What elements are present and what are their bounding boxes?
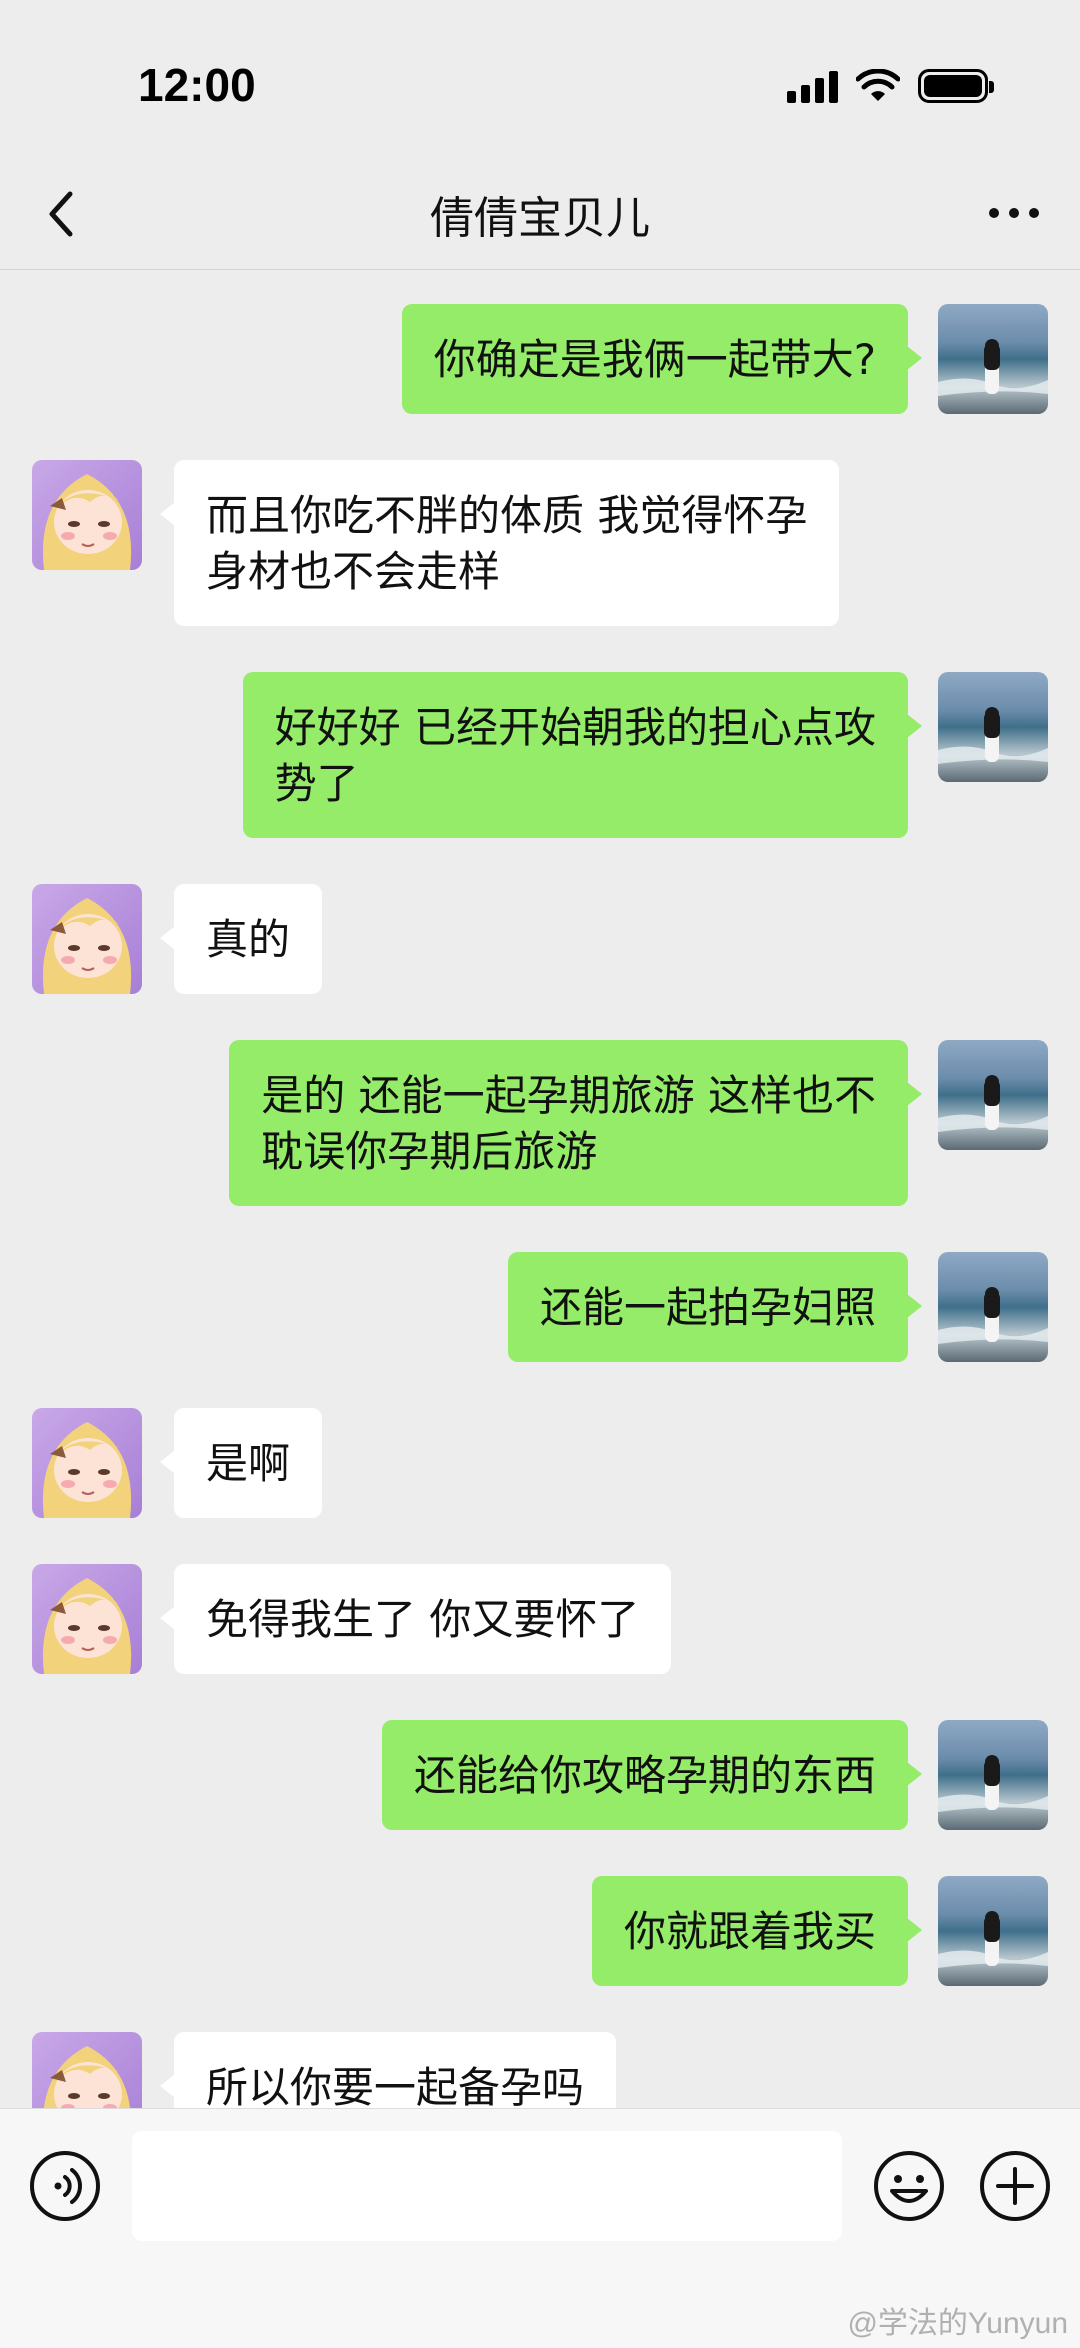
plus-icon[interactable] <box>978 2149 1052 2223</box>
message-bubble-incoming[interactable]: 真的 <box>159 884 323 994</box>
message-bubble-incoming[interactable]: 是啊 <box>159 1408 323 1518</box>
voice-icon[interactable] <box>28 2149 102 2223</box>
message-bubble-outgoing[interactable]: 还能一起拍孕妇照 <box>507 1252 923 1362</box>
user-avatar[interactable] <box>938 1252 1048 1362</box>
user-avatar[interactable] <box>938 304 1048 414</box>
status-time: 12:00 <box>138 59 256 111</box>
chat-area[interactable]: 你确定是我俩一起带大? 而且你吃不胖的体质 我觉得怀孕 身材也不会走样 好好好 … <box>0 270 1080 2108</box>
user-avatar[interactable] <box>938 1040 1048 1150</box>
wifi-icon <box>856 69 900 101</box>
input-bar: @学法的Yunyun <box>0 2108 1080 2348</box>
message-input[interactable] <box>132 2131 842 2241</box>
cellular-signal-icon <box>787 69 838 103</box>
emoji-icon[interactable] <box>872 2149 946 2223</box>
message-bubble-outgoing[interactable]: 你确定是我俩一起带大? <box>401 304 923 414</box>
contact-avatar[interactable] <box>32 1408 142 1518</box>
contact-avatar[interactable] <box>32 1564 142 1674</box>
message-bubble-outgoing[interactable]: 好好好 已经开始朝我的担心点攻 势了 <box>242 672 923 838</box>
status-bar: 12:00 <box>0 0 1080 160</box>
contact-avatar[interactable] <box>32 460 142 570</box>
user-avatar[interactable] <box>938 1876 1048 1986</box>
message-bubble-outgoing[interactable]: 你就跟着我买 <box>591 1876 923 1986</box>
message-bubble-incoming[interactable]: 而且你吃不胖的体质 我觉得怀孕 身材也不会走样 <box>159 460 840 626</box>
contact-avatar[interactable] <box>32 884 142 994</box>
message-bubble-incoming[interactable]: 所以你要一起备孕吗 <box>159 2032 617 2108</box>
nav-bar: 倩倩宝贝儿 <box>0 160 1080 270</box>
contact-avatar[interactable] <box>32 2032 142 2108</box>
chat-title: 倩倩宝贝儿 <box>430 193 650 244</box>
watermark: @学法的Yunyun <box>847 2307 1068 2340</box>
user-avatar[interactable] <box>938 1720 1048 1830</box>
more-dots-icon[interactable] <box>986 198 1042 228</box>
user-avatar[interactable] <box>938 672 1048 782</box>
status-icons <box>787 66 994 106</box>
message-bubble-outgoing[interactable]: 还能给你攻略孕期的东西 <box>381 1720 923 1830</box>
message-bubble-outgoing[interactable]: 是的 还能一起孕期旅游 这样也不 耽误你孕期后旅游 <box>229 1040 922 1206</box>
battery-icon <box>918 69 994 103</box>
message-bubble-incoming[interactable]: 免得我生了 你又要怀了 <box>159 1564 672 1674</box>
